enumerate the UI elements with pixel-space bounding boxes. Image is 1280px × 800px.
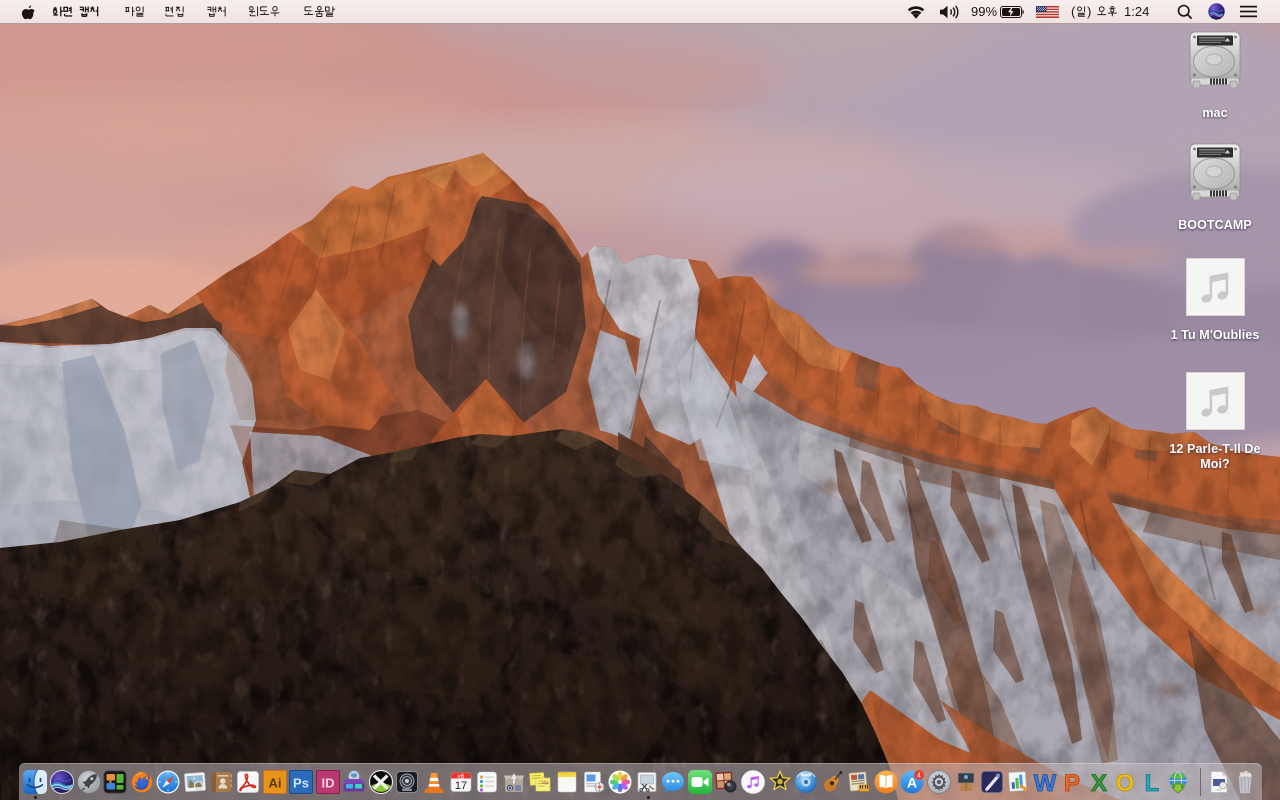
svg-text:17: 17	[454, 780, 466, 792]
svg-text:Ai: Ai	[268, 776, 281, 791]
svg-text:Q: Q	[508, 786, 513, 792]
svg-text:Mga: Mga	[542, 781, 549, 785]
svg-text:L: L	[1144, 770, 1159, 794]
svg-text:ID: ID	[321, 776, 334, 791]
svg-text:X: X	[1090, 770, 1106, 794]
svg-text:W: W	[1034, 770, 1057, 794]
svg-text:P: P	[1064, 770, 1080, 794]
svg-text:Ps: Ps	[293, 776, 309, 791]
svg-text:4: 4	[917, 772, 921, 779]
svg-text:doc: doc	[1216, 788, 1221, 792]
svg-text:6월: 6월	[457, 773, 464, 780]
svg-text:O: O	[1116, 770, 1135, 794]
